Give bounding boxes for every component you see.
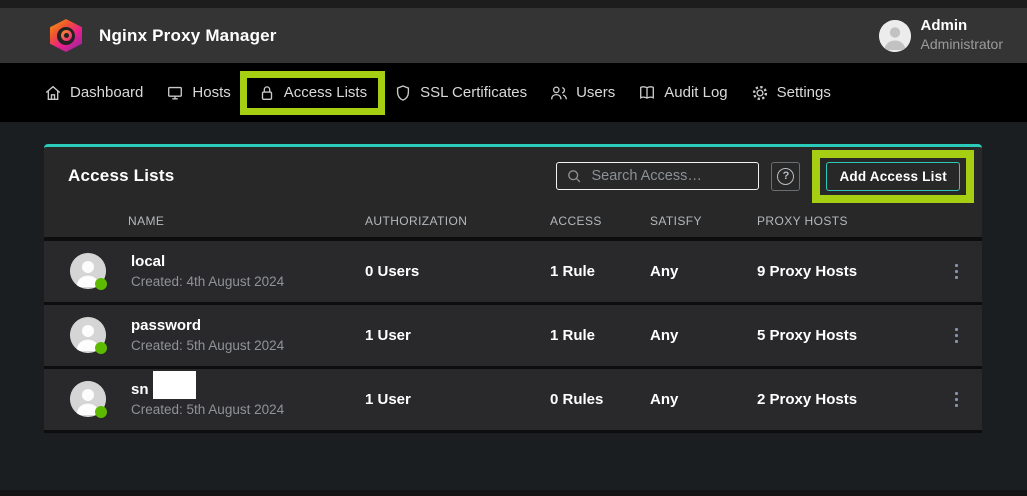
created-date: Created: 5th August 2024	[131, 337, 284, 355]
person-icon	[879, 20, 911, 52]
name-cell: password Created: 5th August 2024	[44, 316, 365, 355]
nav-item-label: Audit Log	[664, 84, 727, 101]
nav-item-users[interactable]: Users	[550, 84, 615, 102]
nav-item-audit-log[interactable]: Audit Log	[638, 84, 727, 102]
table-header: NAME AUTHORIZATION ACCESS SATISFY PROXY …	[44, 205, 982, 241]
user-text: Admin Administrator	[921, 17, 1003, 53]
search-icon	[566, 168, 582, 184]
panel-toolbar: ? Add Access List	[556, 150, 974, 203]
access-list-name[interactable]: local	[131, 252, 284, 272]
access-list-name[interactable]: password	[131, 316, 284, 336]
avatar	[70, 253, 106, 289]
add-access-list-button[interactable]: Add Access List	[826, 162, 960, 191]
home-icon	[44, 84, 62, 102]
avatar	[70, 381, 106, 417]
window-edge-top	[0, 0, 1027, 8]
brand: Nginx Proxy Manager	[50, 19, 277, 52]
access-lists-panel: Access Lists ? Add Access List NAME AUTH…	[44, 144, 982, 433]
nav-item-settings[interactable]: Settings	[751, 84, 831, 102]
status-dot	[95, 342, 107, 354]
authorization-value: 1 User	[365, 327, 550, 344]
name-cell: sn Created: 5th August 2024	[44, 380, 365, 419]
avatar	[70, 317, 106, 353]
redaction-box	[153, 371, 196, 399]
search-input[interactable]	[591, 168, 749, 184]
column-header-name: NAME	[44, 214, 365, 228]
nav-item-label: Users	[576, 84, 615, 101]
shield-icon	[394, 84, 412, 102]
table-row[interactable]: password Created: 5th August 2024 1 User…	[44, 305, 982, 369]
access-value: 1 Rule	[550, 263, 650, 280]
proxy-hosts-value: 2 Proxy Hosts	[757, 391, 930, 408]
column-header-satisfy: SATISFY	[650, 214, 757, 228]
nav-item-label: Hosts	[192, 84, 230, 101]
lock-icon	[258, 84, 276, 102]
satisfy-value: Any	[650, 327, 757, 344]
name-block: password Created: 5th August 2024	[131, 316, 284, 355]
nav-item-label: Dashboard	[70, 84, 143, 101]
created-date: Created: 5th August 2024	[131, 401, 284, 419]
row-menu-button[interactable]	[949, 258, 964, 285]
access-value: 1 Rule	[550, 327, 650, 344]
name-block: sn Created: 5th August 2024	[131, 380, 284, 419]
book-icon	[638, 84, 656, 102]
gear-icon	[751, 84, 769, 102]
column-header-proxy-hosts: PROXY HOSTS	[757, 214, 930, 228]
name-block: local Created: 4th August 2024	[131, 252, 284, 291]
monitor-icon	[166, 84, 184, 102]
nav-item-hosts[interactable]: Hosts	[166, 84, 230, 102]
search-box[interactable]	[556, 162, 759, 190]
nav-item-dashboard[interactable]: Dashboard	[44, 84, 143, 102]
nav-item-access-lists[interactable]: Access Lists	[240, 71, 385, 115]
user-role: Administrator	[921, 36, 1003, 54]
panel-header: Access Lists ? Add Access List	[44, 147, 982, 205]
column-header-authorization: AUTHORIZATION	[365, 214, 550, 228]
proxy-hosts-value: 9 Proxy Hosts	[757, 263, 930, 280]
row-menu-button[interactable]	[949, 386, 964, 413]
page-content: Access Lists ? Add Access List NAME AUTH…	[0, 144, 1027, 433]
nav-item-ssl-certificates[interactable]: SSL Certificates	[394, 84, 527, 102]
satisfy-value: Any	[650, 391, 757, 408]
table-row[interactable]: local Created: 4th August 2024 0 Users 1…	[44, 241, 982, 305]
question-mark-icon: ?	[777, 168, 794, 185]
authorization-value: 0 Users	[365, 263, 550, 280]
created-date: Created: 4th August 2024	[131, 273, 284, 291]
status-dot	[95, 278, 107, 290]
users-icon	[550, 84, 568, 102]
window-edge-bottom	[0, 490, 1027, 496]
name-cell: local Created: 4th August 2024	[44, 252, 365, 291]
column-header-access: ACCESS	[550, 214, 650, 228]
user-avatar[interactable]	[879, 20, 911, 52]
nav-item-label: Settings	[777, 84, 831, 101]
authorization-value: 1 User	[365, 391, 550, 408]
help-button[interactable]: ?	[771, 162, 800, 191]
nav-item-label: SSL Certificates	[420, 84, 527, 101]
npm-logo-icon	[50, 19, 82, 52]
annotation-highlight-box: Add Access List	[812, 150, 974, 203]
app-header: Nginx Proxy Manager Admin Administrator	[0, 8, 1027, 63]
table-row[interactable]: sn Created: 5th August 2024 1 User 0 Rul…	[44, 369, 982, 433]
proxy-hosts-value: 5 Proxy Hosts	[757, 327, 930, 344]
row-menu-button[interactable]	[949, 322, 964, 349]
nav-item-label: Access Lists	[284, 84, 367, 101]
user-menu[interactable]: Admin Administrator	[879, 17, 1003, 53]
panel-title: Access Lists	[68, 166, 174, 186]
user-name: Admin	[921, 17, 1003, 36]
main-nav: Dashboard Hosts Access Lists SSL Certifi…	[0, 63, 1027, 122]
app-title: Nginx Proxy Manager	[99, 26, 277, 46]
access-value: 0 Rules	[550, 391, 650, 408]
satisfy-value: Any	[650, 263, 757, 280]
status-dot	[95, 406, 107, 418]
